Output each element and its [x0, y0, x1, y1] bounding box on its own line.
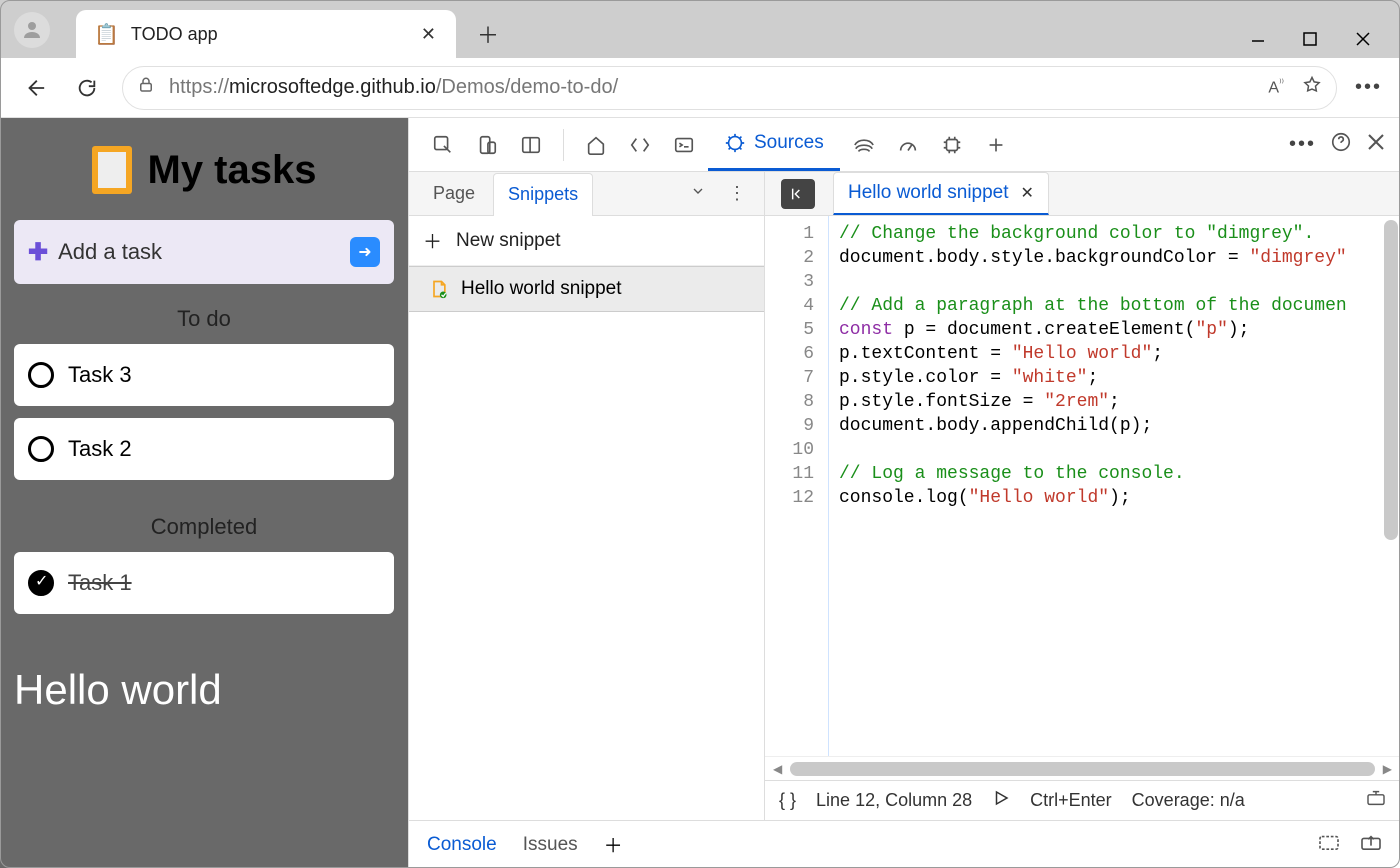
browser-tab[interactable]: 📋 TODO app ✕	[76, 10, 456, 58]
more-tabs-button[interactable]	[976, 125, 1016, 165]
device-icon[interactable]	[467, 125, 507, 165]
editor-status-bar: { } Line 12, Column 28 Ctrl+Enter Covera…	[765, 780, 1400, 820]
toggle-navigator-button[interactable]	[781, 179, 815, 209]
memory-tab-icon[interactable]	[932, 125, 972, 165]
task-label: Task 3	[68, 362, 132, 388]
back-button[interactable]	[18, 71, 52, 105]
elements-tab-icon[interactable]	[620, 125, 660, 165]
vertical-scrollbar[interactable]	[1384, 220, 1398, 540]
performance-tab-icon[interactable]	[888, 125, 928, 165]
source-map-icon[interactable]	[1366, 790, 1386, 811]
new-tab-button[interactable]: ＋	[468, 14, 508, 54]
close-window-button[interactable]	[1354, 30, 1372, 48]
scroll-right-icon[interactable]: ▶	[1383, 762, 1392, 776]
nav-overflow-icon[interactable]: ⋮	[720, 183, 754, 204]
read-aloud-icon[interactable]: A⁾⁾	[1268, 78, 1284, 97]
issues-drawer-tab[interactable]: Issues	[523, 834, 578, 856]
help-icon[interactable]	[1330, 131, 1352, 158]
page-tab[interactable]: Page	[419, 172, 489, 215]
lock-icon	[137, 76, 155, 99]
new-snippet-button[interactable]: ＋ New snippet	[409, 216, 764, 266]
navigator-tabs: Page Snippets ⋮	[409, 172, 764, 216]
line-gutter: 123456789101112	[765, 216, 829, 756]
app-header: My tasks	[14, 146, 394, 194]
snippet-file-icon	[429, 278, 449, 300]
minimize-button[interactable]	[1250, 30, 1266, 48]
navigator-pane: Page Snippets ⋮ ＋ New snippet Hello worl…	[409, 172, 765, 820]
task-item[interactable]: Task 2	[14, 418, 394, 480]
drawer-expand-icon[interactable]	[1360, 833, 1382, 857]
injected-paragraph: Hello world	[14, 666, 394, 714]
pretty-print-icon[interactable]: { }	[779, 790, 796, 811]
horizontal-scrollbar[interactable]	[790, 762, 1375, 776]
reload-button[interactable]	[70, 71, 104, 105]
snippet-name: Hello world snippet	[461, 278, 622, 300]
checkbox-icon[interactable]	[28, 362, 54, 388]
devtools-drawer: Console Issues ＋	[409, 820, 1400, 868]
add-drawer-tab-icon[interactable]: ＋	[604, 831, 623, 858]
todo-heading: To do	[14, 306, 394, 332]
browser-menu-button[interactable]: •••	[1355, 76, 1382, 99]
run-snippet-button[interactable]	[992, 789, 1010, 812]
tab-title: TODO app	[131, 24, 411, 45]
close-file-icon[interactable]: ✕	[1021, 183, 1034, 203]
task-item-completed[interactable]: Task 1	[14, 552, 394, 614]
window-controls	[1250, 30, 1400, 48]
plus-icon: ✚	[28, 238, 48, 267]
maximize-button[interactable]	[1302, 30, 1318, 48]
checkbox-checked-icon[interactable]	[28, 570, 54, 596]
file-tab-label: Hello world snippet	[848, 182, 1009, 204]
profile-avatar[interactable]	[14, 12, 50, 48]
coverage-status: Coverage: n/a	[1132, 790, 1245, 811]
snippet-list-item[interactable]: Hello world snippet	[409, 266, 764, 312]
task-item[interactable]: Task 3	[14, 344, 394, 406]
console-drawer-tab[interactable]: Console	[427, 834, 497, 856]
add-task-input[interactable]: ✚ Add a task ➜	[14, 220, 394, 284]
add-task-placeholder: Add a task	[58, 239, 162, 265]
more-nav-tabs-icon[interactable]	[680, 183, 716, 204]
inspect-icon[interactable]	[423, 125, 463, 165]
editor-tab-strip: Hello world snippet ✕	[765, 172, 1400, 216]
address-row: https://microsoftedge.github.io/Demos/de…	[0, 58, 1400, 118]
code-editor[interactable]: 123456789101112 // Change the background…	[765, 216, 1400, 756]
webpage-pane: My tasks ✚ Add a task ➜ To do Task 3 Tas…	[0, 118, 408, 868]
devtools-toolbar: Sources •••	[409, 118, 1400, 172]
submit-task-button[interactable]: ➜	[350, 237, 380, 267]
scroll-left-icon[interactable]: ◀	[773, 762, 782, 776]
close-devtools-button[interactable]	[1366, 132, 1386, 157]
network-tab-icon[interactable]	[844, 125, 884, 165]
completed-heading: Completed	[14, 514, 394, 540]
new-snippet-label: New snippet	[456, 230, 561, 252]
horizontal-scrollbar-row: ◀ ▶	[765, 756, 1400, 780]
task-label: Task 1	[68, 570, 132, 596]
sources-tab[interactable]: Sources	[708, 118, 840, 171]
code-content[interactable]: // Change the background color to "dimgr…	[829, 216, 1400, 756]
task-label: Task 2	[68, 436, 132, 462]
url-text: https://microsoftedge.github.io/Demos/de…	[169, 76, 1246, 99]
cursor-position: Line 12, Column 28	[816, 790, 972, 811]
devtools-pane: Sources ••• Page Snippets	[408, 118, 1400, 868]
run-hint: Ctrl+Enter	[1030, 790, 1112, 811]
welcome-tab-icon[interactable]	[576, 125, 616, 165]
editor-file-tab[interactable]: Hello world snippet ✕	[833, 172, 1049, 215]
devtools-menu-button[interactable]: •••	[1289, 133, 1316, 156]
clipboard-icon: 📋	[94, 22, 119, 47]
sources-tab-label: Sources	[754, 132, 824, 154]
checkbox-icon[interactable]	[28, 436, 54, 462]
close-tab-icon[interactable]: ✕	[421, 24, 436, 45]
dock-icon[interactable]	[511, 125, 551, 165]
clipboard-icon	[92, 146, 132, 194]
snippets-tab[interactable]: Snippets	[493, 173, 593, 216]
address-bar[interactable]: https://microsoftedge.github.io/Demos/de…	[122, 66, 1337, 110]
app-title: My tasks	[148, 148, 317, 193]
plus-icon: ＋	[423, 227, 442, 254]
favorite-icon[interactable]	[1302, 75, 1322, 100]
drawer-dock-icon[interactable]	[1318, 833, 1340, 857]
window-titlebar: 📋 TODO app ✕ ＋	[0, 0, 1400, 58]
editor-pane: Hello world snippet ✕ 123456789101112 //…	[765, 172, 1400, 820]
console-tab-icon[interactable]	[664, 125, 704, 165]
